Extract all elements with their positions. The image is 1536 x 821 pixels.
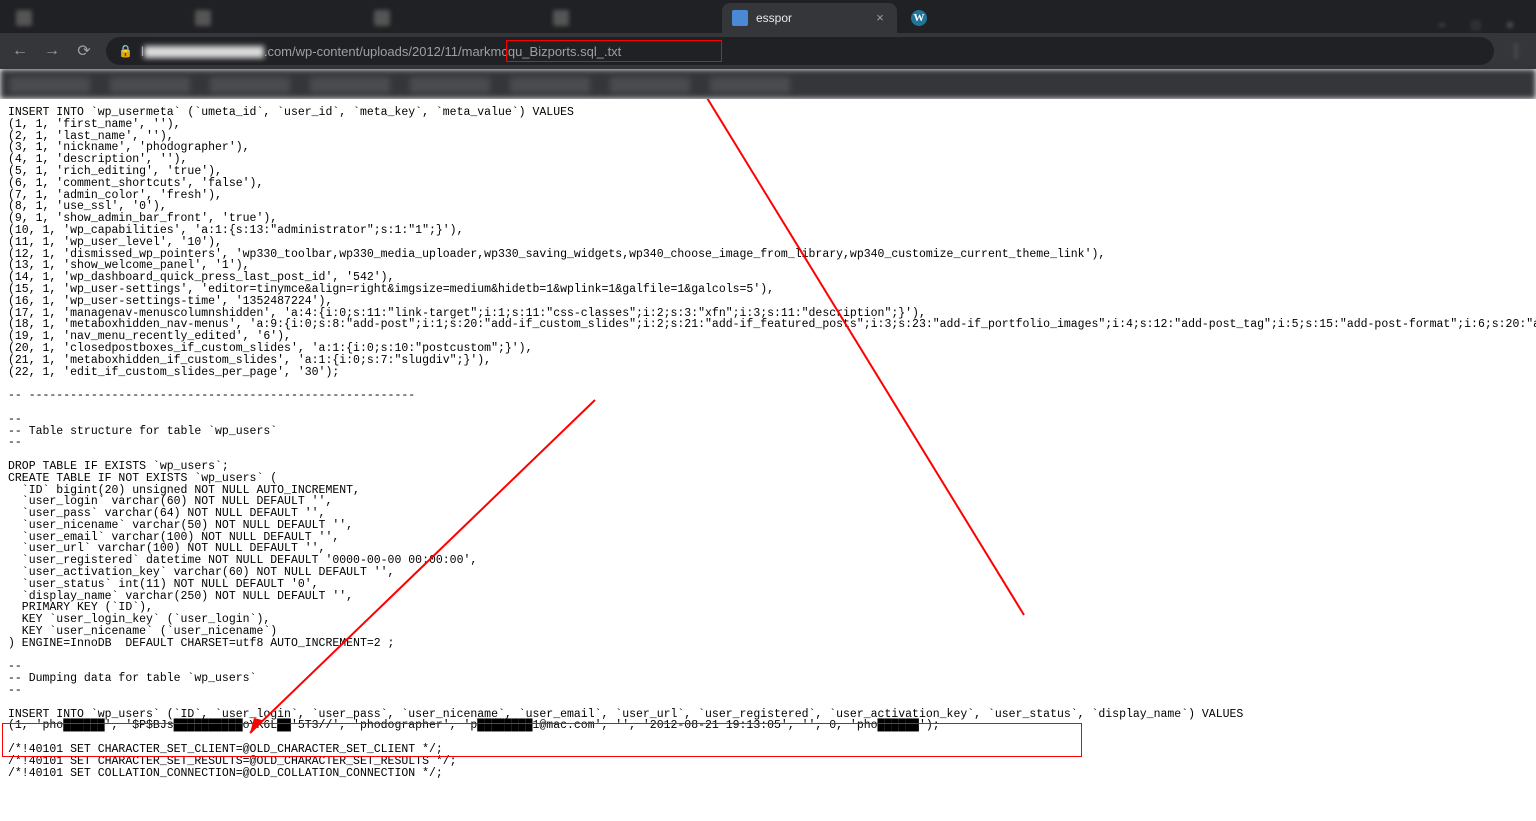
browser-tab[interactable] xyxy=(543,3,718,33)
minimize-icon[interactable]: − xyxy=(1434,19,1450,33)
tab-title: esspor xyxy=(756,11,873,25)
page-content[interactable]: INSERT INTO `wp_usermeta` (`umeta_id`, `… xyxy=(0,99,1536,821)
browser-toolbar: ← → ⟳ 🔒 l.com/wp-content/uploads/2012/11… xyxy=(0,33,1536,69)
forward-button[interactable]: → xyxy=(42,42,62,60)
lock-icon: 🔒 xyxy=(118,44,133,58)
url-text: l.com/wp-content/uploads/2012/11/markmcq… xyxy=(141,44,621,59)
tab-strip: esspor × W − □ × xyxy=(0,0,1536,33)
bookmarks-bar xyxy=(0,69,1536,99)
window-controls: − □ × xyxy=(1434,19,1530,33)
browser-tab[interactable] xyxy=(6,3,181,33)
menu-icon[interactable]: ⋮ xyxy=(1506,41,1526,61)
reload-button[interactable]: ⟳ xyxy=(74,41,94,61)
browser-tab[interactable] xyxy=(364,3,539,33)
wordpress-icon: W xyxy=(911,10,927,26)
close-window-icon[interactable]: × xyxy=(1502,19,1518,33)
back-button[interactable]: ← xyxy=(10,42,30,60)
browser-tab[interactable] xyxy=(185,3,360,33)
browser-tab-active[interactable]: esspor × xyxy=(722,3,897,33)
sql-dump-text: INSERT INTO `wp_usermeta` (`umeta_id`, `… xyxy=(8,107,1528,779)
maximize-icon[interactable]: □ xyxy=(1468,19,1484,33)
address-bar[interactable]: 🔒 l.com/wp-content/uploads/2012/11/markm… xyxy=(106,37,1494,65)
file-icon xyxy=(732,10,748,26)
close-tab-icon[interactable]: × xyxy=(873,11,887,25)
browser-tab[interactable]: W xyxy=(901,3,941,33)
